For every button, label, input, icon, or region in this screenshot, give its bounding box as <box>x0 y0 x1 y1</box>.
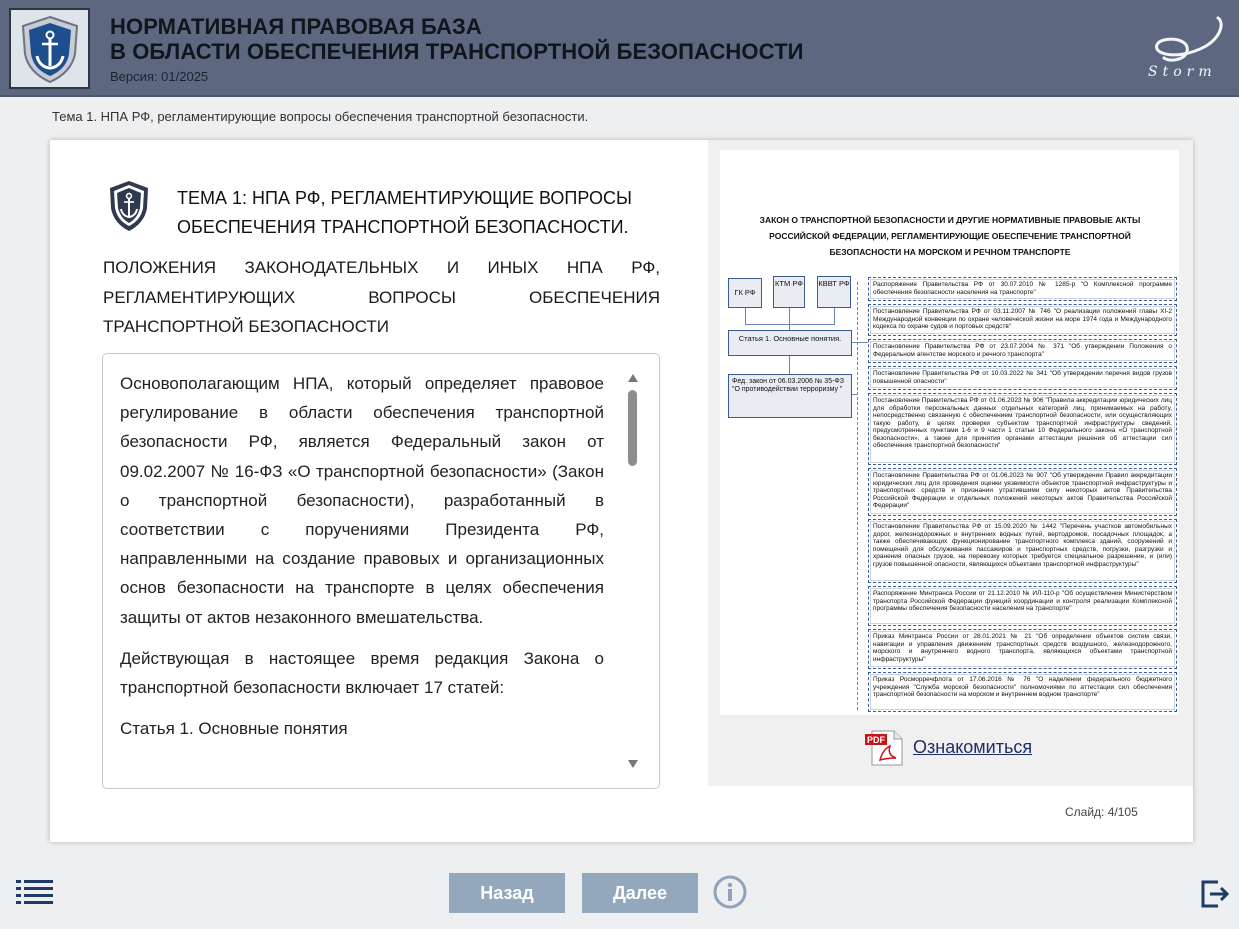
topic-title-line2: ОБЕСПЕЧЕНИЯ ТРАНСПОРТНОЙ БЕЗОПАСНОСТИ. <box>177 217 629 237</box>
shield-anchor-icon <box>110 181 148 231</box>
app-title-line2: В ОБЛАСТИ ОБЕСПЕЧЕНИЯ ТРАНСПОРТНОЙ БЕЗОП… <box>110 39 804 64</box>
act-8: Распоряжение Минтранса России от 21.12.2… <box>868 586 1177 626</box>
slide-counter: Слайд: 4/105 <box>1065 805 1138 819</box>
act-10: Приказ Росморречфлота от 17.06.2016 № 76… <box>868 672 1177 712</box>
exit-icon[interactable] <box>1200 879 1230 909</box>
menu-list-icon[interactable] <box>16 879 54 905</box>
logo <box>9 8 90 89</box>
paragraph: Действующая в настоящее время редакция З… <box>120 648 604 698</box>
document-panel: ЗАКОН О ТРАНСПОРТНОЙ БЕЗОПАСНОСТИ И ДРУГ… <box>708 140 1193 786</box>
box-article-1: Статья 1. Основные понятия. <box>728 330 852 356</box>
next-button[interactable]: Далее <box>582 873 698 913</box>
paragraph: Статья 1. Основные понятия <box>120 719 348 739</box>
paragraph: Основополагающим НПА, который определяет… <box>120 374 604 627</box>
text-scroll-area[interactable]: Основополагающим НПА, который определяет… <box>102 353 660 789</box>
act-3: Постановление Правительства РФ от 23.07.… <box>868 339 1177 363</box>
act-7: Постановление Правительства РФ от 15.09.… <box>868 519 1177 583</box>
app-header: НОРМАТИВНАЯ ПРАВОВАЯ БАЗА В ОБЛАСТИ ОБЕС… <box>0 0 1239 97</box>
scroll-down-arrow-icon[interactable] <box>628 760 638 768</box>
topic-breadcrumb: Тема 1. НПА РФ, регламентирующие вопросы… <box>52 109 589 124</box>
slide-card: ТЕМА 1: НПА РФ, РЕГЛАМЕНТИРУЮЩИЕ ВОПРОСЫ… <box>50 140 1193 842</box>
document-title: ЗАКОН О ТРАНСПОРТНОЙ БЕЗОПАСНОСТИ И ДРУГ… <box>759 215 1141 257</box>
shield-anchor-icon <box>21 15 79 84</box>
pdf-caption: PDF <box>867 735 886 745</box>
act-2: Постановление Правительства РФ от 03.11.… <box>868 304 1177 336</box>
act-1: Распоряжение Правительства РФ от 30.07.2… <box>868 277 1177 301</box>
act-5: Постановление Правительства РФ от 01.06.… <box>868 393 1177 465</box>
text-content: Основополагающим НПА, который определяет… <box>120 369 604 755</box>
box-fed-law: Фед. закон от 06.03.2006 № 35-ФЗ "О прот… <box>728 374 852 418</box>
box-gk: ГК РФ <box>728 278 762 308</box>
scroll-up-arrow-icon[interactable] <box>628 374 638 382</box>
box-kvvt: КВВТ РФ <box>817 276 851 308</box>
app-title-line1: НОРМАТИВНАЯ ПРАВОВАЯ БАЗА <box>110 14 482 39</box>
brand-name: Storm <box>1148 64 1217 80</box>
version-label: Версия: 01/2025 <box>110 69 209 84</box>
pdf-file-icon[interactable]: PDF <box>864 730 904 766</box>
scrollbar[interactable] <box>627 374 639 770</box>
info-icon[interactable] <box>713 875 747 909</box>
topic-title-line1: ТЕМА 1: НПА РФ, РЕГЛАМЕНТИРУЮЩИЕ ВОПРОСЫ <box>177 188 632 208</box>
back-button[interactable]: Назад <box>449 873 565 913</box>
topic-title: ТЕМА 1: НПА РФ, РЕГЛАМЕНТИРУЮЩИЕ ВОПРОСЫ… <box>177 184 647 242</box>
scroll-thumb[interactable] <box>628 390 637 466</box>
box-ktm: КТМ РФ <box>773 276 805 308</box>
section-subtitle: ПОЛОЖЕНИЯ ЗАКОНОДАТЕЛЬНЫХ И ИНЫХ НПА РФ,… <box>103 258 660 336</box>
open-document-link[interactable]: Ознакомиться <box>913 737 1032 758</box>
act-9: Приказ Минтранса России от 28.01.2021 № … <box>868 629 1177 669</box>
act-4: Постановление Правительства РФ от 10.03.… <box>868 366 1177 390</box>
act-6: Постановление Правительства РФ от 01.06.… <box>868 468 1177 516</box>
document-preview[interactable]: ЗАКОН О ТРАНСПОРТНОЙ БЕЗОПАСНОСТИ И ДРУГ… <box>720 150 1179 715</box>
